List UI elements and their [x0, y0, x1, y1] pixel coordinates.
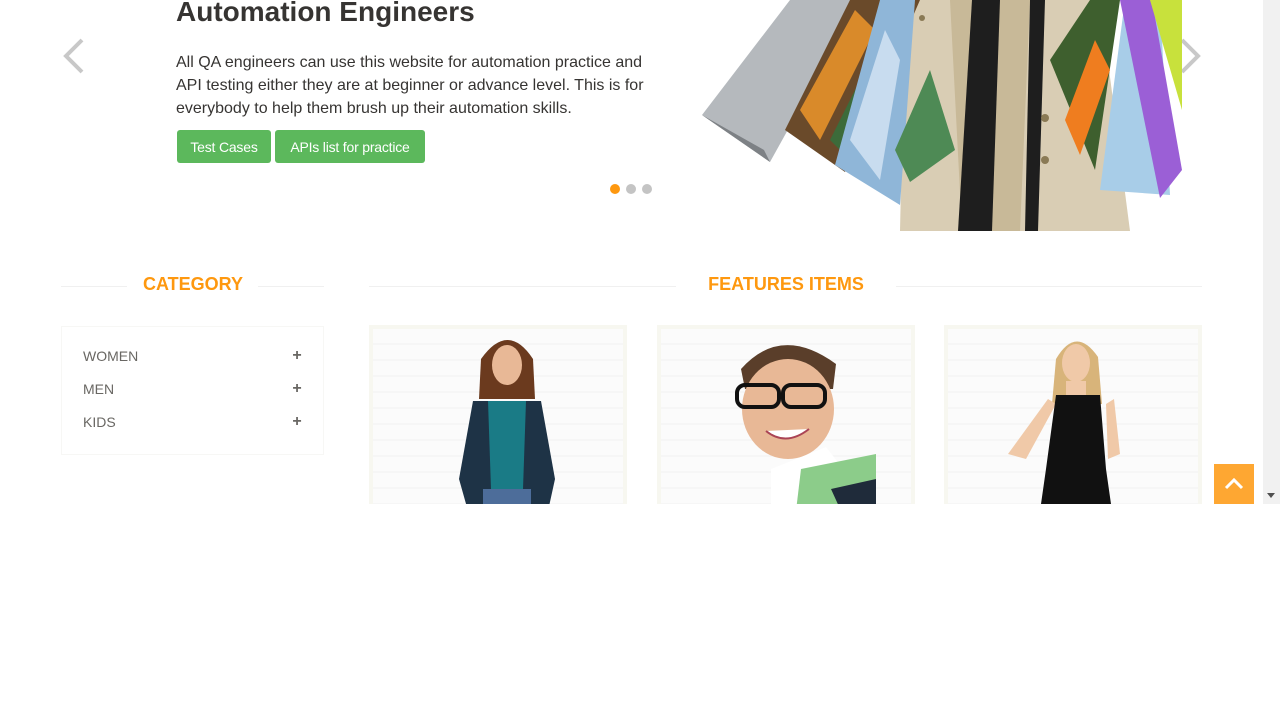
vertical-scrollbar[interactable]	[1263, 0, 1280, 504]
product-card-1	[369, 325, 627, 504]
product-card-3	[944, 325, 1202, 504]
plus-icon[interactable]: +	[291, 347, 303, 365]
category-item-women[interactable]: WOMEN +	[83, 345, 303, 367]
slide-title: Automation Engineers	[176, 0, 475, 27]
product-card-2	[657, 325, 915, 504]
category-label: MEN	[83, 381, 115, 397]
slider-indicator-2[interactable]	[626, 184, 636, 194]
scroll-down-arrow-icon[interactable]	[1267, 493, 1275, 498]
blank-area	[0, 504, 1280, 720]
category-title: CATEGORY	[142, 274, 243, 294]
category-item-men[interactable]: MEN +	[83, 378, 303, 400]
test-cases-button[interactable]: Test Cases	[177, 130, 271, 163]
features-title-line-right	[896, 286, 1202, 287]
category-title-line-right	[258, 286, 324, 287]
hero-image-shopping-bags	[700, 0, 1182, 231]
product-image-man-glasses	[735, 345, 876, 504]
apis-list-button[interactable]: APIs list for practice	[275, 130, 425, 163]
category-item-kids[interactable]: KIDS +	[83, 411, 303, 433]
plus-icon[interactable]: +	[291, 413, 303, 431]
slider-indicators	[610, 184, 652, 194]
page-viewport: Automation Engineers All QA engineers ca…	[0, 0, 1280, 504]
category-label: KIDS	[83, 414, 116, 430]
slider-indicator-1[interactable]	[610, 184, 620, 194]
product-image-woman-black-dress	[1008, 341, 1120, 504]
slider-prev-chevron-left-icon[interactable]	[60, 36, 88, 76]
features-items-title: FEATURES ITEMS	[708, 274, 864, 294]
slide-description: All QA engineers can use this website fo…	[176, 54, 644, 117]
category-label: WOMEN	[83, 348, 139, 364]
plus-icon[interactable]: +	[291, 380, 303, 398]
slider-indicator-3[interactable]	[642, 184, 652, 194]
category-panel: WOMEN + MEN + KIDS +	[61, 326, 324, 455]
scroll-up-chevron-up-icon[interactable]	[1214, 464, 1254, 504]
category-title-line-left	[61, 286, 127, 287]
product-image-woman-cardigan	[459, 340, 555, 504]
features-title-line-left	[369, 286, 676, 287]
